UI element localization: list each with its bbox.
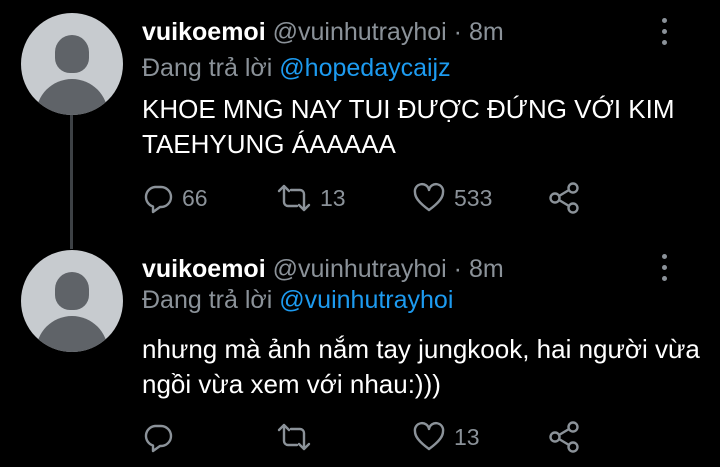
avatar[interactable]: [21, 250, 123, 352]
separator-dot: ·: [453, 18, 462, 46]
reply-count: 66: [182, 185, 208, 211]
reply-icon: [144, 185, 173, 214]
reply-button[interactable]: 66: [142, 180, 208, 216]
retweet-button[interactable]: 13: [276, 180, 346, 216]
reply-button[interactable]: [142, 419, 182, 455]
retweet-button[interactable]: [276, 419, 320, 455]
avatar-body-shape: [36, 79, 108, 115]
more-options-icon[interactable]: [658, 254, 670, 282]
share-icon: [549, 182, 579, 214]
more-options-icon[interactable]: [658, 18, 670, 46]
heart-icon: [413, 182, 445, 212]
tweet[interactable]: vuikoemoi @vuinhutrayhoi · 8m Đang trả l…: [0, 236, 720, 467]
share-button[interactable]: [547, 419, 581, 455]
replying-to-label: Đang trả lời: [142, 286, 273, 314]
avatar-head-shape: [55, 272, 89, 310]
author-name[interactable]: vuikoemoi: [142, 18, 266, 46]
tweet-header: vuikoemoi @vuinhutrayhoi · 8m: [142, 254, 504, 284]
tweet-actions: 13: [142, 419, 602, 455]
author-handle[interactable]: @vuinhutrayhoi: [273, 18, 447, 46]
timestamp[interactable]: 8m: [469, 255, 504, 283]
tweet[interactable]: vuikoemoi @vuinhutrayhoi · 8m Đang trả l…: [0, 0, 720, 249]
tweet-header: vuikoemoi @vuinhutrayhoi · 8m: [142, 17, 504, 47]
like-count: 533: [454, 185, 493, 211]
author-name[interactable]: vuikoemoi: [142, 255, 266, 283]
retweet-icon: [277, 184, 311, 212]
share-button[interactable]: [547, 180, 581, 216]
separator-dot: ·: [453, 255, 462, 283]
tweet-text: nhưng mà ảnh nắm tay jungkook, hai người…: [142, 334, 700, 399]
like-count: 13: [454, 424, 480, 450]
avatar[interactable]: [21, 13, 123, 115]
heart-icon: [413, 421, 445, 451]
reply-icon: [144, 424, 173, 453]
replying-to-mention[interactable]: @vuinhutrayhoi: [279, 286, 453, 314]
replying-to: Đang trả lời @vuinhutrayhoi: [142, 285, 453, 315]
tweet-text: KHOE MNG NAY TUI ĐƯỢC ĐỨNG VỚI KIM TAEHY…: [142, 94, 675, 159]
like-button[interactable]: 533: [412, 180, 492, 216]
share-icon: [549, 421, 579, 453]
author-handle[interactable]: @vuinhutrayhoi: [273, 255, 447, 283]
replying-to-mention[interactable]: @hopedaycaijz: [279, 54, 450, 82]
avatar-head-shape: [55, 35, 89, 73]
replying-to: Đang trả lời @hopedaycaijz: [142, 53, 451, 83]
like-button[interactable]: 13: [412, 419, 480, 455]
avatar-body-shape: [36, 316, 108, 352]
retweet-icon: [277, 423, 311, 451]
retweet-count: 13: [320, 185, 346, 211]
timestamp[interactable]: 8m: [469, 18, 504, 46]
replying-to-label: Đang trả lời: [142, 54, 273, 82]
thread-connector-line: [70, 115, 73, 249]
tweet-actions: 66 13 533: [142, 180, 602, 216]
